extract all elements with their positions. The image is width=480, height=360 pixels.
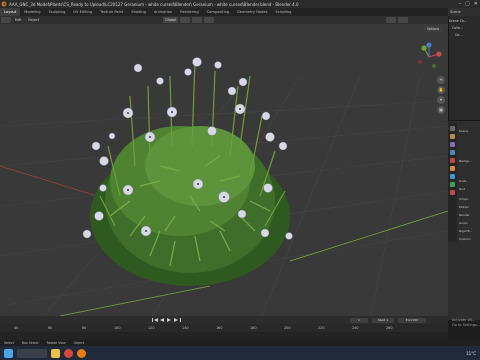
tab-modeling[interactable]: Modeling [20, 8, 44, 16]
geranium-plant [82, 57, 293, 286]
end-frame-value: 250 [412, 318, 419, 322]
timeline-tick: 140 [182, 326, 189, 330]
render-properties-icon[interactable] [450, 134, 455, 139]
blender-logo-icon [1, 1, 7, 7]
timeline-tick: 100 [114, 326, 121, 330]
camera-view-icon[interactable]: ⌖ [437, 96, 445, 104]
perspective-toggle-icon[interactable]: ▦ [437, 106, 445, 114]
snap-button[interactable] [192, 17, 203, 23]
viewport-scene [0, 57, 448, 320]
playback-controls[interactable] [150, 316, 210, 324]
end-frame-label: End [405, 318, 412, 322]
props-rigid-body-panel[interactable]: Rigid B... [459, 228, 480, 234]
editor-type-dropdown[interactable] [1, 17, 11, 23]
start-frame-field[interactable]: Start 1 [372, 318, 394, 323]
timeline-ruler[interactable] [0, 324, 448, 332]
tab-shading[interactable]: Shading [127, 8, 150, 16]
chrome-icon[interactable] [64, 348, 73, 358]
timeline-tick: 200 [284, 326, 291, 330]
timeline-tick: 80 [82, 326, 87, 330]
timeline-tick: 260 [386, 326, 393, 330]
tab-animation[interactable]: Animation [150, 8, 176, 16]
start-icon[interactable] [4, 348, 13, 358]
zoom-icon[interactable]: + [437, 76, 445, 84]
overlays-button[interactable] [398, 17, 409, 23]
outliner-item-scene-collection[interactable]: Scene Co... [449, 18, 480, 24]
props-audio-panel[interactable]: Audio [459, 220, 480, 226]
navigation-gizmo[interactable] [414, 42, 444, 72]
scene-properties-icon[interactable] [450, 150, 455, 155]
material-properties-icon[interactable] [450, 190, 455, 195]
timeline-tick: 160 [216, 326, 223, 330]
activation-line-2: Go to Settings... [452, 323, 480, 327]
workspace-tabs: Layout Modeling Sculpting UV Editing Tex… [0, 8, 480, 16]
window-title: AAA_GNC_3d Model\Plants\CS_Ready to Uplo… [9, 1, 299, 7]
outliner-item-geranium[interactable]: Ge... [449, 32, 480, 38]
minimize-button[interactable]: – [459, 1, 462, 7]
props-units-panel[interactable]: Units [459, 178, 480, 184]
proportional-edit-button[interactable] [204, 17, 215, 23]
system-tray: 11°C [466, 346, 476, 360]
tab-geometry-nodes[interactable]: Geometry Nodes [233, 8, 271, 16]
current-frame-field[interactable]: 1 [350, 318, 368, 323]
menu-edit[interactable]: Edit [12, 18, 25, 22]
tab-uv-editing[interactable]: UV Editing [69, 8, 96, 16]
props-motion-panel[interactable]: Motion [459, 204, 480, 210]
maximize-button[interactable]: ▢ [465, 1, 470, 7]
weather-temperature[interactable]: 11°C [466, 351, 476, 356]
timeline-tick: 180 [250, 326, 257, 330]
props-simplify-panel[interactable]: Simpl... [459, 196, 480, 202]
tab-compositing[interactable]: Compositing [203, 8, 234, 16]
props-custom-panel[interactable]: Custom [459, 236, 480, 242]
status-rotate-view: Rotate View [46, 341, 66, 345]
object-properties-icon[interactable] [450, 166, 455, 171]
props-background-panel[interactable]: Backgr... [459, 158, 480, 164]
data-properties-icon[interactable] [450, 182, 455, 187]
timeline-tick: 120 [148, 326, 155, 330]
transform-orientation-dropdown[interactable]: Global [163, 17, 179, 23]
timeline-tick: 40 [14, 326, 19, 330]
end-frame-field[interactable]: End 250 [398, 318, 426, 323]
outliner-header[interactable]: Scene [448, 8, 480, 16]
tab-layout[interactable]: Layout [0, 8, 21, 16]
tab-texture-paint[interactable]: Texture Paint [96, 8, 127, 16]
windows-activation-watermark: Activate Wi... Go to Settings... [452, 318, 480, 328]
pivot-point-button[interactable] [180, 17, 191, 23]
3d-viewport[interactable] [0, 16, 448, 320]
pan-hand-icon[interactable]: ✋ [437, 86, 445, 94]
output-properties-icon[interactable] [450, 142, 455, 147]
status-object: Object [73, 341, 85, 345]
status-select: Select [4, 341, 14, 345]
props-scene-panel[interactable]: Scene [459, 128, 480, 134]
options-button[interactable]: Options [424, 26, 442, 32]
y-axis-line [289, 210, 448, 262]
windows-taskbar [0, 346, 480, 360]
timeline-tick: 60 [48, 326, 53, 330]
props-render-panel[interactable]: Render [459, 212, 480, 218]
viewport-header: Edit Object Global [0, 16, 448, 24]
timeline-body[interactable] [0, 332, 448, 340]
world-properties-icon[interactable] [450, 158, 455, 163]
blender-icon[interactable] [77, 348, 86, 358]
folder-icon[interactable] [51, 348, 60, 358]
tab-scripting[interactable]: Scripting [271, 8, 295, 16]
tool-properties-icon[interactable] [450, 126, 455, 131]
search-icon[interactable] [17, 348, 47, 358]
tab-sculpting[interactable]: Sculpting [45, 8, 70, 16]
tab-rendering[interactable]: Rendering [176, 8, 202, 16]
props-grid-panel[interactable]: Grid [459, 186, 480, 192]
viewport-shading-button[interactable] [386, 17, 397, 23]
timeline-tick: 240 [352, 326, 359, 330]
start-frame-label: Start [377, 318, 386, 322]
timeline-tick: 220 [318, 326, 325, 330]
close-button[interactable]: ✕ [474, 1, 478, 7]
status-box-select: Box Select [21, 341, 39, 345]
outliner-item-collection[interactable]: Colle... [449, 25, 480, 31]
transform-orientation-label: Global [165, 18, 177, 22]
menu-object[interactable]: Object [25, 18, 42, 22]
start-frame-value: 1 [386, 318, 389, 322]
window-title-bar: AAA_GNC_3d Model\Plants\CS_Ready to Uplo… [0, 0, 480, 8]
modifier-properties-icon[interactable] [450, 174, 455, 179]
